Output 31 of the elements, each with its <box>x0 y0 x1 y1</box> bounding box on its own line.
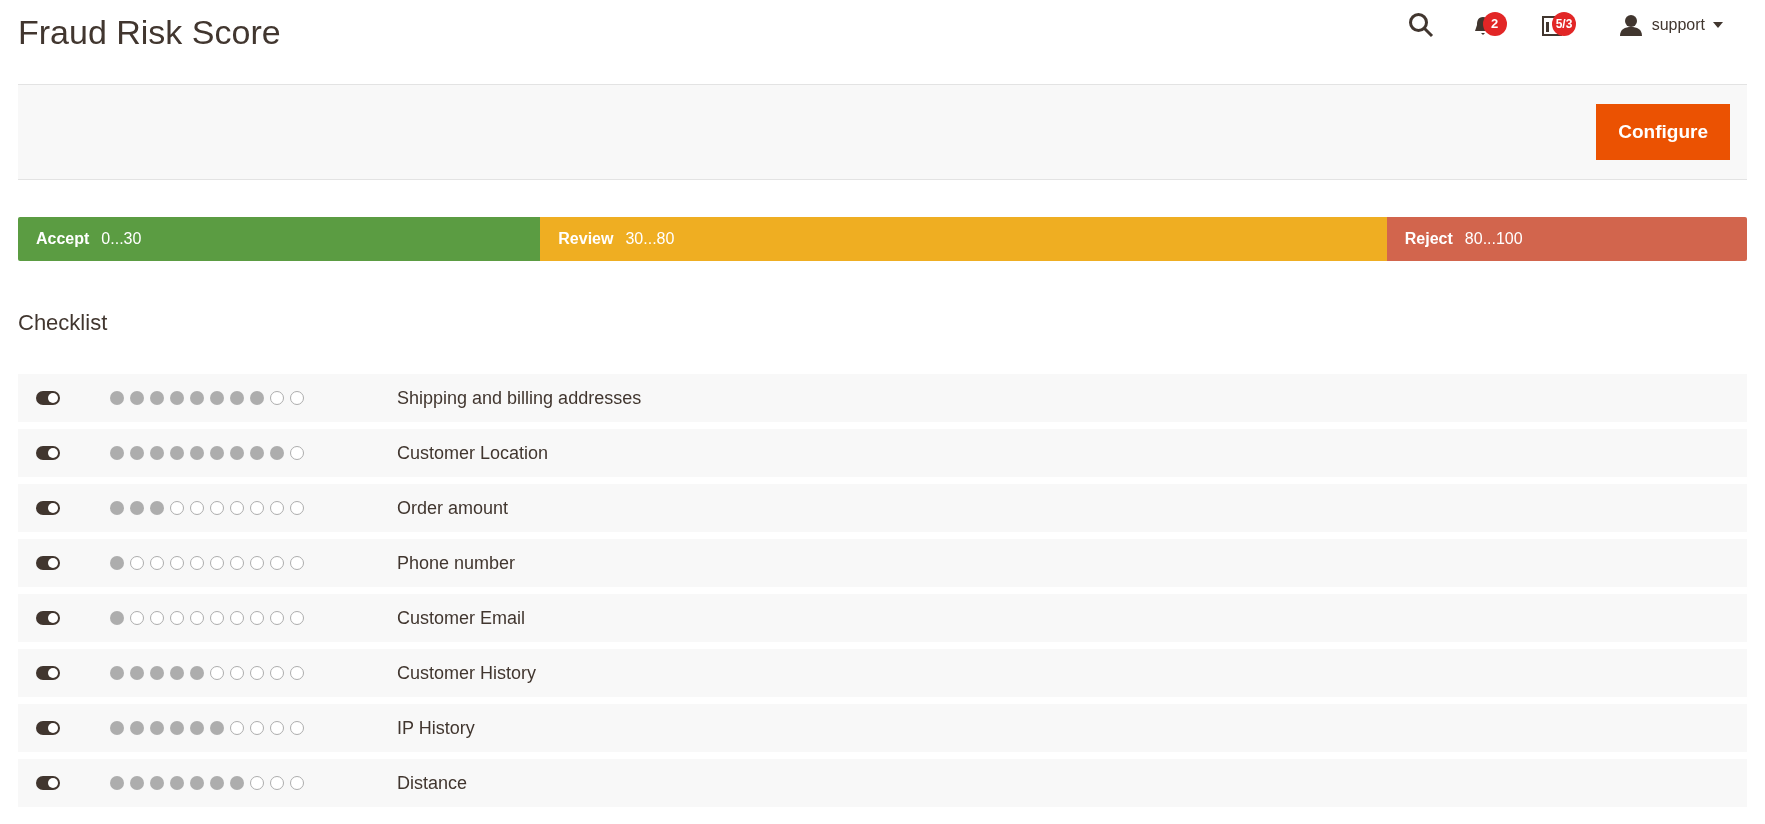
user-menu[interactable]: support <box>1651 13 1723 37</box>
toggle-switch[interactable] <box>36 721 60 735</box>
search-icon[interactable] <box>1407 12 1434 38</box>
check-name: Customer Location <box>397 441 549 465</box>
toggle-switch[interactable] <box>36 611 60 625</box>
range-label: Accept <box>36 229 90 249</box>
range-value: 80...100 <box>1464 229 1523 249</box>
section-title: Checklist <box>18 309 109 337</box>
range-label: Reject <box>1404 229 1453 249</box>
range-label: Review <box>558 229 614 249</box>
check-name: Customer History <box>397 661 537 685</box>
toggle-switch[interactable] <box>36 776 60 790</box>
check-name: Customer Email <box>397 606 526 630</box>
configure-button[interactable]: Configure <box>1596 104 1730 160</box>
range-value: 0...30 <box>101 229 142 249</box>
page-title: Fraud Risk Score <box>18 11 282 53</box>
toggle-switch[interactable] <box>36 666 60 680</box>
check-name: Distance <box>397 771 468 795</box>
user-icon <box>1619 14 1642 36</box>
toggle-switch[interactable] <box>36 391 60 405</box>
check-name: IP History <box>397 716 475 740</box>
check-name: Shipping and billing addresses <box>397 386 642 410</box>
caret-icon <box>1713 22 1723 28</box>
check-name: Phone number <box>397 551 516 575</box>
toggle-switch[interactable] <box>36 446 60 460</box>
range-value: 30...80 <box>625 229 675 249</box>
notification-count-badge: 2 <box>1482 12 1507 36</box>
system-messages-badge: 5/3 <box>1551 12 1577 36</box>
toggle-switch[interactable] <box>36 556 60 570</box>
toggle-switch[interactable] <box>36 501 60 515</box>
check-name: Order amount <box>397 496 509 520</box>
